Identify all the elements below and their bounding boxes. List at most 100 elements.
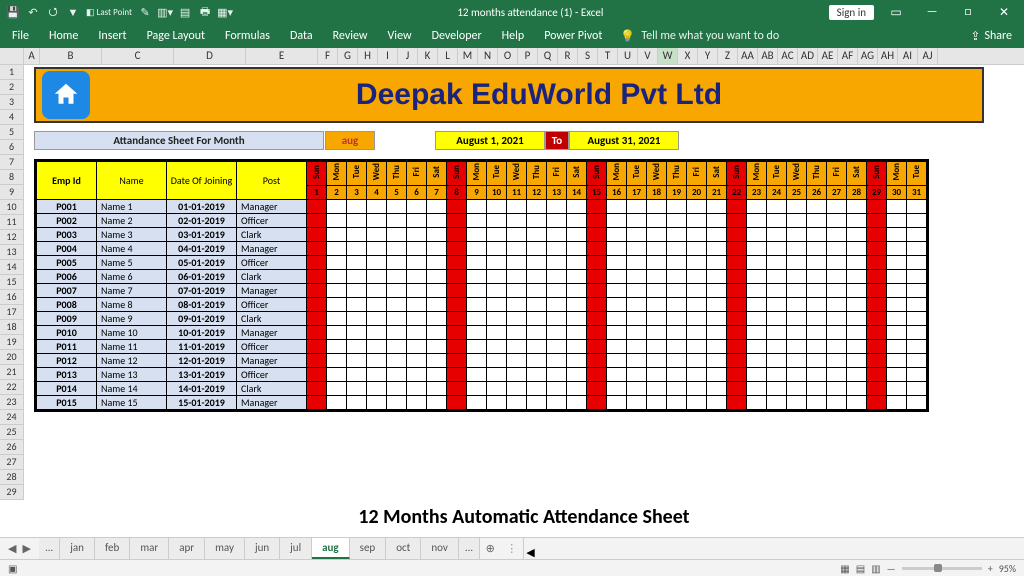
attendance-cell[interactable] [827,354,847,368]
col-header-V[interactable]: V [638,48,658,64]
attendance-cell[interactable] [747,326,767,340]
attendance-cell[interactable] [907,200,927,214]
attendance-cell[interactable] [467,340,487,354]
attendance-cell[interactable] [427,200,447,214]
col-header-L[interactable]: L [438,48,458,64]
qat-icon[interactable]: 🖶 [198,5,212,19]
attendance-cell[interactable] [587,340,607,354]
attendance-cell[interactable] [587,242,607,256]
attendance-cell[interactable] [787,312,807,326]
cell-doj[interactable]: 03-01-2019 [167,228,237,242]
attendance-cell[interactable] [627,382,647,396]
cell-doj[interactable]: 06-01-2019 [167,270,237,284]
attendance-cell[interactable] [307,354,327,368]
attendance-cell[interactable] [767,284,787,298]
attendance-cell[interactable] [867,298,887,312]
attendance-cell[interactable] [627,256,647,270]
attendance-cell[interactable] [587,200,607,214]
attendance-cell[interactable] [667,270,687,284]
attendance-cell[interactable] [647,200,667,214]
attendance-cell[interactable] [827,284,847,298]
attendance-cell[interactable] [787,382,807,396]
attendance-cell[interactable] [527,256,547,270]
attendance-cell[interactable] [407,326,427,340]
attendance-cell[interactable] [567,382,587,396]
attendance-cell[interactable] [827,382,847,396]
attendance-cell[interactable] [507,242,527,256]
cell-empid[interactable]: P015 [37,396,97,410]
attendance-cell[interactable] [847,242,867,256]
col-header-B[interactable]: B [40,48,102,64]
attendance-cell[interactable] [647,242,667,256]
attendance-cell[interactable] [627,354,647,368]
attendance-cell[interactable] [887,270,907,284]
sheet-tab-feb[interactable]: feb [95,538,130,559]
attendance-cell[interactable] [867,340,887,354]
attendance-cell[interactable] [687,228,707,242]
attendance-cell[interactable] [327,214,347,228]
attendance-cell[interactable] [807,368,827,382]
attendance-cell[interactable] [407,312,427,326]
attendance-cell[interactable] [587,214,607,228]
attendance-cell[interactable] [527,340,547,354]
attendance-cell[interactable] [627,396,647,410]
attendance-cell[interactable] [867,396,887,410]
attendance-cell[interactable] [807,256,827,270]
col-header-AJ[interactable]: AJ [918,48,938,64]
attendance-cell[interactable] [667,214,687,228]
attendance-cell[interactable] [327,312,347,326]
attendance-cell[interactable] [727,284,747,298]
attendance-cell[interactable] [327,368,347,382]
attendance-cell[interactable] [647,396,667,410]
attendance-cell[interactable] [647,270,667,284]
attendance-cell[interactable] [307,228,327,242]
cell-name[interactable]: Name 13 [97,368,167,382]
attendance-cell[interactable] [627,270,647,284]
attendance-cell[interactable] [527,382,547,396]
attendance-cell[interactable] [847,368,867,382]
attendance-cell[interactable] [567,228,587,242]
cell-empid[interactable]: P009 [37,312,97,326]
attendance-cell[interactable] [507,312,527,326]
attendance-cell[interactable] [807,200,827,214]
cell-empid[interactable]: P004 [37,242,97,256]
attendance-cell[interactable] [447,396,467,410]
attendance-cell[interactable] [867,312,887,326]
sheet-tab-aug[interactable]: aug [312,538,350,559]
attendance-cell[interactable] [427,368,447,382]
attendance-cell[interactable] [327,396,347,410]
attendance-cell[interactable] [647,382,667,396]
attendance-cell[interactable] [827,200,847,214]
select-all-triangle[interactable] [0,48,24,64]
attendance-cell[interactable] [667,368,687,382]
col-header-R[interactable]: R [558,48,578,64]
attendance-cell[interactable] [707,228,727,242]
attendance-cell[interactable] [367,256,387,270]
attendance-cell[interactable] [707,326,727,340]
attendance-cell[interactable] [567,312,587,326]
attendance-cell[interactable] [567,326,587,340]
qat-icon[interactable]: ▦▾ [218,5,232,19]
attendance-cell[interactable] [307,396,327,410]
attendance-cell[interactable] [447,382,467,396]
attendance-cell[interactable] [767,256,787,270]
attendance-cell[interactable] [667,354,687,368]
attendance-cell[interactable] [467,284,487,298]
sheet-tab-may[interactable]: may [205,538,245,559]
attendance-cell[interactable] [687,354,707,368]
attendance-cell[interactable] [687,284,707,298]
attendance-cell[interactable] [867,368,887,382]
ribbon-tab-view[interactable]: View [378,25,422,47]
attendance-cell[interactable] [687,340,707,354]
col-header-N[interactable]: N [478,48,498,64]
attendance-cell[interactable] [627,284,647,298]
row-header-26[interactable]: 26 [0,440,24,455]
cell-doj[interactable]: 15-01-2019 [167,396,237,410]
attendance-cell[interactable] [687,270,707,284]
attendance-cell[interactable] [807,326,827,340]
attendance-cell[interactable] [527,396,547,410]
attendance-cell[interactable] [627,200,647,214]
row-header-2[interactable]: 2 [0,80,24,95]
attendance-cell[interactable] [867,214,887,228]
attendance-cell[interactable] [767,396,787,410]
